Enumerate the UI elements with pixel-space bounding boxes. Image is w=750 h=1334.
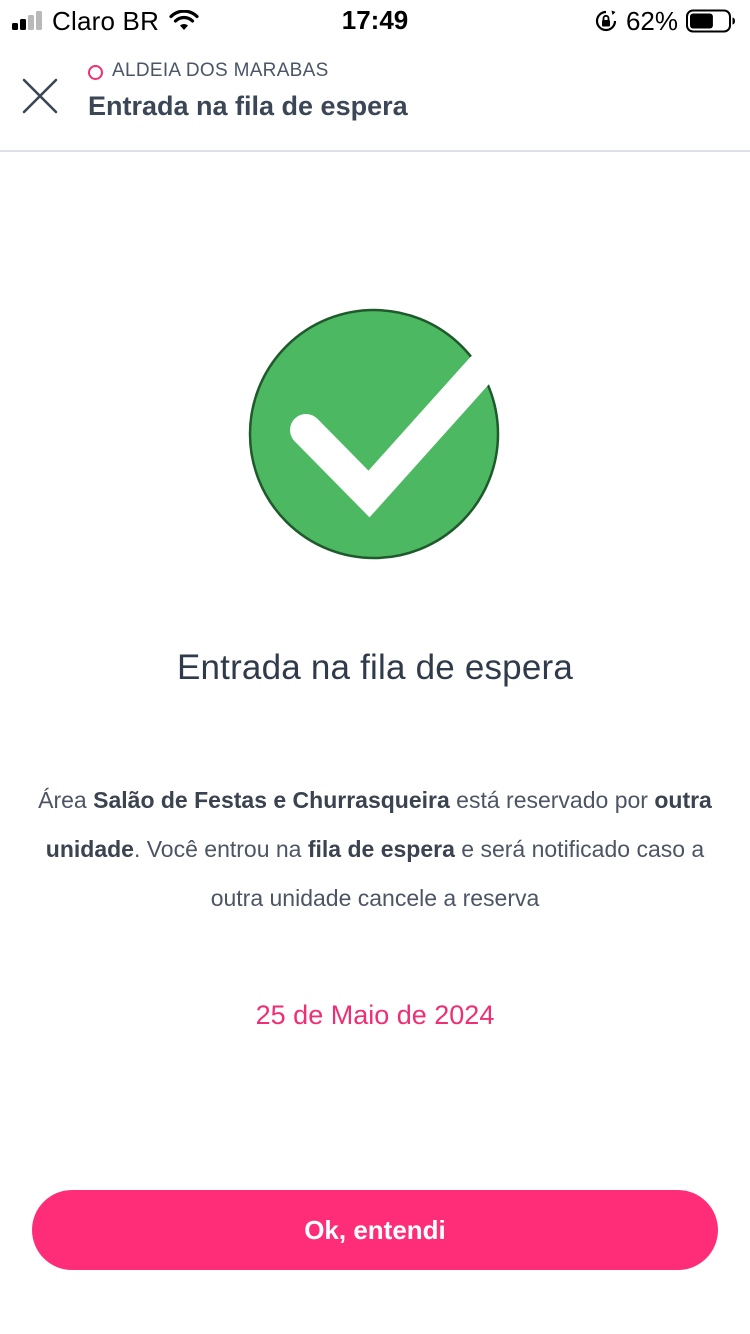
status-bar: Claro BR 17:49 62% (0, 0, 750, 42)
condo-row: ALDEIA DOS MARABAS (88, 58, 408, 84)
condo-status-dot-icon (88, 64, 103, 80)
message-text: está reservado por (449, 787, 655, 813)
reservation-date: 25 de Maio de 2024 (255, 1000, 495, 1030)
success-check-icon (248, 308, 500, 560)
message-text: . Você entrou na (133, 836, 308, 862)
battery-icon (686, 9, 735, 33)
header-text: ALDEIA DOS MARABAS Entrada na fila de es… (88, 58, 408, 122)
condo-name: ALDEIA DOS MARABAS (112, 60, 329, 81)
close-button[interactable] (20, 76, 60, 116)
header: ALDEIA DOS MARABAS Entrada na fila de es… (0, 42, 750, 152)
status-right: 62% (594, 6, 736, 36)
ok-button[interactable]: Ok, entendi (32, 1190, 718, 1270)
screen: Claro BR 17:49 62% ALDEIA DOS MARABAS En… (0, 0, 750, 1334)
message-text: Área (38, 787, 94, 813)
close-icon (22, 78, 58, 114)
queue-label: fila de espera (307, 836, 455, 862)
header-title: Entrada na fila de espera (88, 91, 408, 121)
orientation-lock-icon (595, 10, 617, 32)
confirmation-message: Área Salão de Festas e Churrasqueira est… (30, 776, 720, 923)
battery-percentage: 62% (625, 5, 678, 36)
area-name: Salão de Festas e Churrasqueira (93, 787, 450, 813)
confirmation-title: Entrada na fila de espera (176, 648, 574, 687)
